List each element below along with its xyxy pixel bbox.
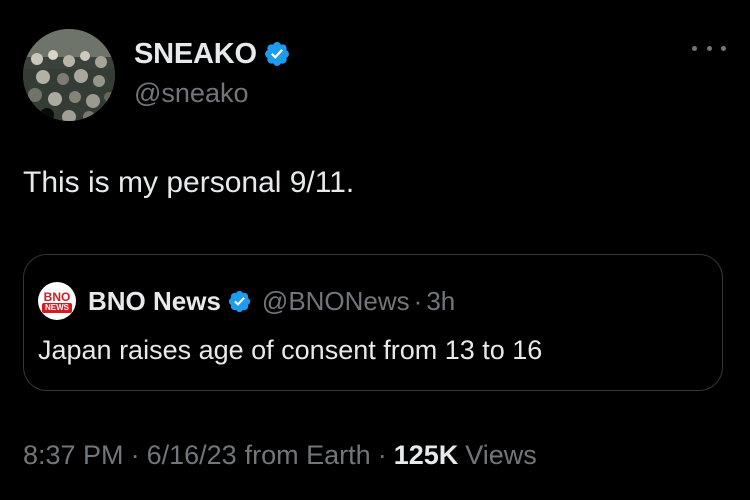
logo-bottom-text: NEWS [42, 303, 72, 313]
tweet-meta: 8:37 PM · 6/16/23 from Earth · 125K View… [23, 440, 537, 471]
author-display-name[interactable]: SNEAKO [134, 38, 257, 71]
tweet-text: This is my personal 9/11. [23, 166, 355, 199]
more-dot [706, 45, 712, 51]
more-dot [692, 45, 697, 51]
quoted-tweet-text: Japan raises age of consent from 13 to 1… [38, 335, 543, 365]
author-name-row: SNEAKO [134, 36, 291, 72]
separator-dot: · [413, 285, 423, 316]
tweet-time[interactable]: 8:37 PM [23, 440, 124, 471]
avatar[interactable] [23, 29, 115, 121]
views-count: 125K [393, 440, 459, 470]
bno-news-avatar[interactable]: BNO NEWS [38, 282, 76, 320]
quoted-tweet-time[interactable]: 3h [426, 286, 455, 317]
tweet-detail: SNEAKO @sneako This is my personal 9/11.… [0, 0, 750, 500]
quoted-author-handle[interactable]: @BNONews [262, 286, 410, 317]
tweet-source: from Earth [244, 440, 371, 470]
author-handle[interactable]: @sneako [134, 78, 248, 109]
more-dot [721, 45, 726, 51]
more-horizontal-icon[interactable] [692, 38, 726, 58]
avatar-photo [23, 29, 115, 121]
separator-dot: · [130, 440, 140, 470]
separator-dot: · [377, 440, 387, 470]
quoted-tweet-header: BNO NEWS BNO News @BNONews · 3h [38, 282, 455, 320]
views-label: Views [465, 440, 537, 470]
quoted-author-name[interactable]: BNO News [88, 286, 221, 317]
tweet-date[interactable]: 6/16/23 [147, 440, 237, 471]
quoted-tweet-card[interactable]: BNO NEWS BNO News @BNONews · 3h Japan ra… [23, 254, 723, 391]
verified-badge-icon [227, 289, 252, 314]
verified-badge-icon [263, 40, 291, 68]
logo-top-text: BNO [43, 290, 71, 304]
